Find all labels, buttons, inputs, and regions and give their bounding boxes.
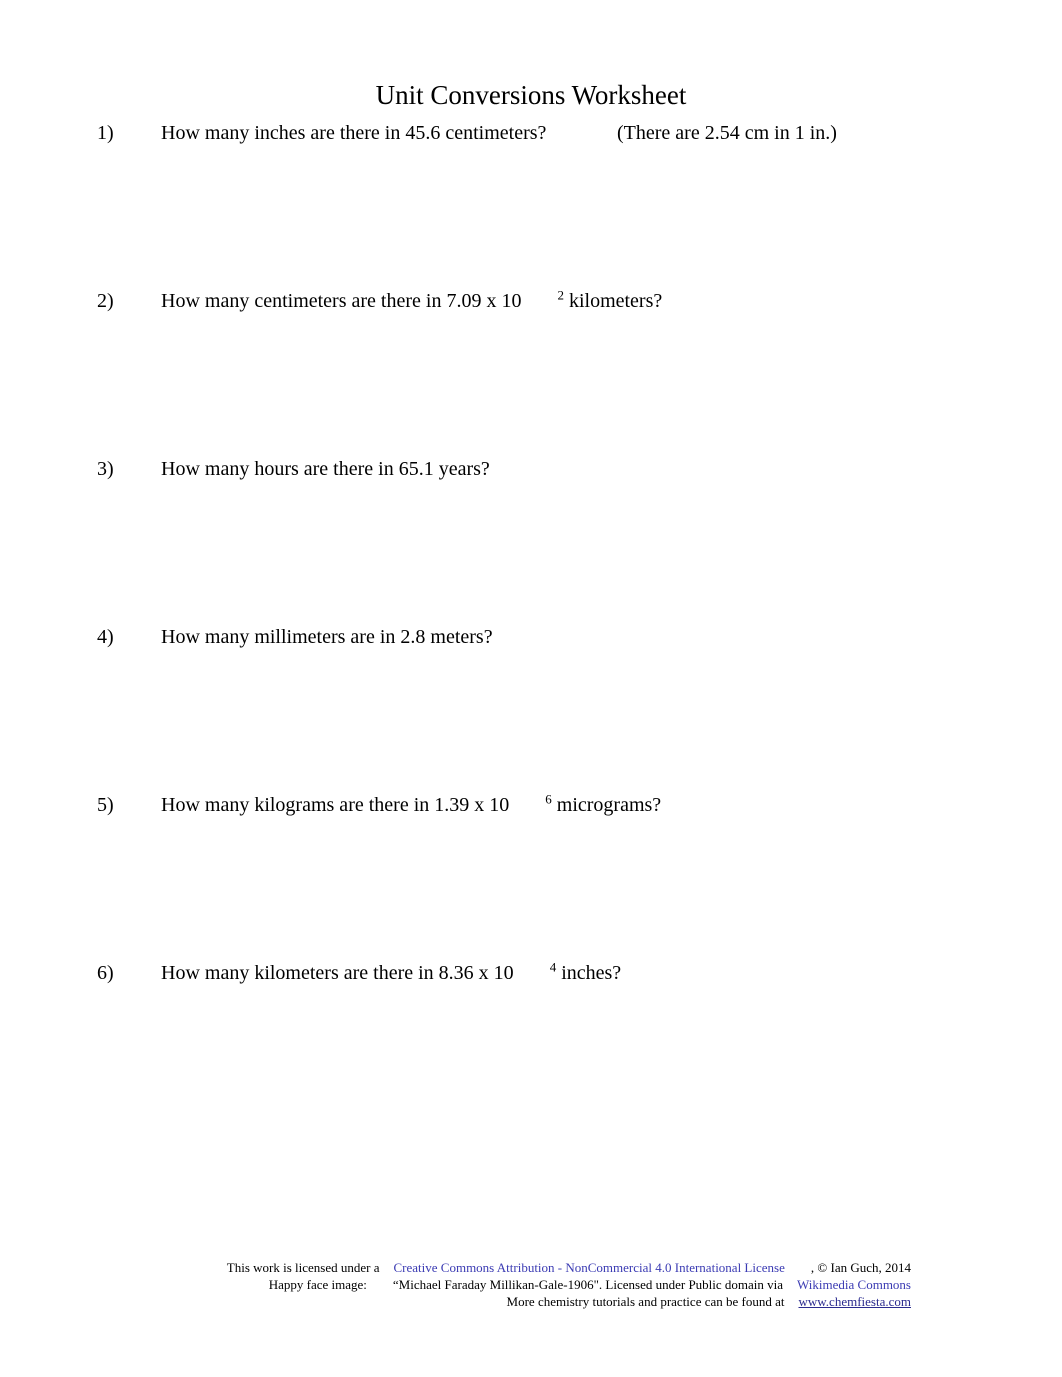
footer-copyright: , © Ian Guch, 2014 [810,1260,911,1275]
question-text-mantissa: How many kilograms are there in 1.39 x 1… [161,794,510,816]
footer: This work is licensed under a Creative Co… [0,1255,1062,1317]
creative-commons-license-link[interactable]: Creative Commons Attribution - NonCommer… [394,1260,785,1275]
question-list: 1) How many inches are there in 45.6 cen… [0,119,1062,1127]
question-text: How many inches are there in 45.6 centim… [161,122,547,144]
question-item: 4) How many millimeters are in 2.8 meter… [0,623,1062,791]
question-text-unit: kilometers? [568,290,663,312]
question-number: 3) [97,458,114,480]
question-text-mantissa: How many centimeters are there in 7.09 x… [161,290,522,312]
question-text-unit: inches? [561,962,622,984]
question-number: 5) [97,794,114,816]
chemfiesta-website-link[interactable]: www.chemfiesta.com [798,1294,911,1309]
question-text: How many kilometers are there in 8.36 x … [161,959,621,987]
question-number: 2) [97,290,114,312]
question-item: 5) How many kilograms are there in 1.39 … [0,791,1062,959]
wikimedia-commons-link[interactable]: Wikimedia Commons [797,1277,911,1292]
question-text: How many millimeters are in 2.8 meters? [161,626,493,648]
question-number: 4) [97,626,114,648]
exponent: 2 [557,287,564,303]
question-text: How many centimeters are there in 7.09 x… [161,287,662,315]
footer-image-credit-label: Happy face image: [268,1277,367,1292]
footer-image-credit-text: “Michael Faraday Millikan-Gale-1906". Li… [392,1277,784,1292]
footer-tutorials-text: More chemistry tutorials and practice ca… [506,1294,785,1309]
question-text-mantissa: How many kilometers are there in 8.36 x … [161,962,514,984]
footer-license-prefix: This work is licensed under a [226,1260,380,1275]
question-item: 1) How many inches are there in 45.6 cen… [0,119,1062,287]
question-text: How many hours are there in 65.1 years? [161,458,490,480]
question-text-unit: micrograms? [556,794,662,816]
question-text: How many kilograms are there in 1.39 x 1… [161,791,661,819]
page-title: Unit Conversions Worksheet [375,80,687,111]
question-item: 3) How many hours are there in 65.1 year… [0,455,1062,623]
question-number: 6) [97,962,114,984]
footer-image-credit-line: Happy face image: “Michael Faraday Millik… [151,1276,911,1293]
question-item: 6) How many kilometers are there in 8.36… [0,959,1062,1127]
footer-tutorials-line: More chemistry tutorials and practice ca… [151,1293,911,1310]
question-hint: (There are 2.54 cm in 1 in.) [617,122,837,144]
footer-license-line: This work is licensed under a Creative Co… [151,1259,911,1276]
question-item: 2) How many centimeters are there in 7.0… [0,287,1062,455]
exponent: 6 [545,791,552,807]
exponent: 4 [549,959,557,975]
question-number: 1) [97,122,114,144]
